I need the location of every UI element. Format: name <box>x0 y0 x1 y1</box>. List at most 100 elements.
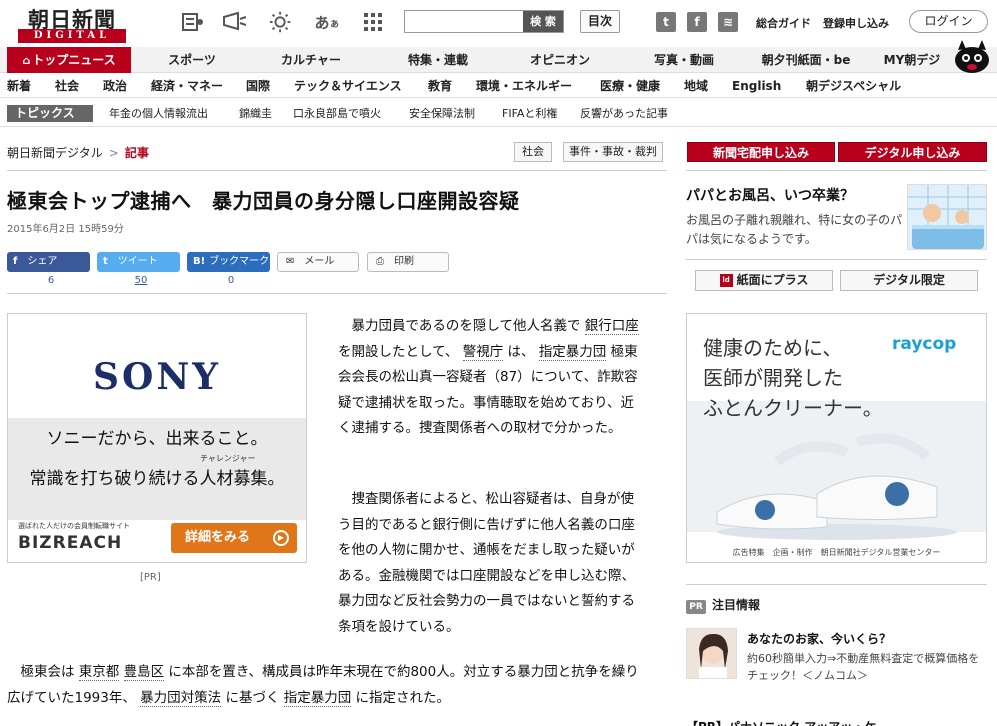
main-nav-opinion[interactable]: オピニオン <box>512 47 608 73</box>
home-icon: ⌂ <box>22 54 31 67</box>
print-plus-icon: ld <box>719 274 733 287</box>
ad-line-3: ふとんクリーナー。 <box>703 396 883 420</box>
keyword-link[interactable]: 東京都 <box>78 664 120 681</box>
article-paragraph: 極東会は 東京都 豊島区 に本部を置き、構成員は昨年末現在で約800人。対立する… <box>7 660 647 711</box>
search-button[interactable]: 検 索 <box>523 11 563 32</box>
search-input[interactable] <box>405 11 523 32</box>
print-plus-link[interactable]: ld 紙面にプラス <box>695 270 833 291</box>
bizreach-tagline: 選ばれた人だけの会員制転職サイト <box>18 522 130 530</box>
newspaper-subscribe-button[interactable]: 新聞宅配申し込み <box>687 142 835 162</box>
topic-item[interactable]: 年金の個人情報流出 <box>109 105 208 122</box>
megaphone-icon[interactable] <box>222 9 248 35</box>
feature-title[interactable]: パパとお風呂、いつ卒業？ <box>686 185 854 205</box>
news-list-icon[interactable] <box>180 9 206 35</box>
print-label: 印刷 <box>394 256 414 267</box>
keyword-link[interactable]: 指定暴力団 <box>283 689 352 707</box>
hatena-icon: B! <box>193 256 206 267</box>
category-tag-incidents[interactable]: 事件・事故・裁判 <box>563 142 663 162</box>
sub-nav-environment[interactable]: 環境・エネルギー <box>476 74 572 98</box>
topic-item[interactable]: 安全保障法制 <box>409 105 475 122</box>
article-paragraph: 暴力団員であるのを隠して他人名義で 銀行口座 を開設したとして、 警視庁 は、 … <box>338 314 645 442</box>
twitter-share-button[interactable]: t ツイート <box>97 252 180 272</box>
ad-headline: ソニーだから、出来ること。 <box>46 429 268 449</box>
article-text: 暴力団員であるのを隠して他人名義で <box>338 318 585 334</box>
main-nav-sports[interactable]: スポーツ <box>150 47 234 73</box>
sub-nav-society[interactable]: 社会 <box>55 74 79 98</box>
sub-nav-politics[interactable]: 政治 <box>103 74 127 98</box>
digital-subscribe-button[interactable]: デジタル申し込み <box>838 142 987 162</box>
divider <box>7 293 667 294</box>
raycop-ad[interactable]: 健康のために、 医師が開発した ふとんクリーナー。 raycop 広告特集 企画… <box>686 313 987 563</box>
article-text: に指定された。 <box>351 689 451 706</box>
keyword-link[interactable]: 指定暴力団 <box>538 343 607 361</box>
twitter-share-label: ツイート <box>117 256 158 267</box>
rss-icon[interactable]: ≋ <box>718 12 738 32</box>
login-button[interactable]: ログイン <box>909 10 988 33</box>
divider <box>686 259 987 260</box>
breadcrumb-home[interactable]: 朝日新聞デジタル <box>7 146 103 160</box>
sub-nav-special[interactable]: 朝デジスペシャル <box>806 74 901 98</box>
category-tag-society[interactable]: 社会 <box>514 142 552 162</box>
next-promo-title[interactable]: 【PR】パナソニック アッアッ・ケ... <box>686 718 890 726</box>
print-plus-label: 紙面にプラス <box>736 273 809 287</box>
twitter-share-count[interactable]: 50 <box>126 275 156 286</box>
keyword-link[interactable]: 銀行口座 <box>584 318 639 335</box>
cleaner-product-image <box>716 433 957 540</box>
sub-nav-international[interactable]: 国際 <box>246 74 270 98</box>
facebook-icon[interactable]: f <box>687 12 707 32</box>
main-nav-features[interactable]: 特集・連載 <box>390 47 486 73</box>
sub-nav-region[interactable]: 地域 <box>684 74 708 98</box>
sub-nav-latest[interactable]: 新着 <box>7 74 31 98</box>
sub-nav-education[interactable]: 教育 <box>428 74 452 98</box>
site-header: 朝日新聞 DIGITAL あぁ 検 索 目次 t f ≋ 総合ガイド 登録申し込… <box>0 0 997 46</box>
keyword-link[interactable]: 暴力団対策法 <box>140 689 222 707</box>
ad-cta-button[interactable]: 詳細をみる ▶ <box>171 523 297 553</box>
main-nav: ⌂ トップニュース スポーツ カルチャー 特集・連載 オピニオン 写真・動画 朝夕… <box>0 47 997 73</box>
weather-icon[interactable] <box>268 9 294 35</box>
sub-nav-english[interactable]: English <box>732 74 781 98</box>
grid-menu-icon[interactable] <box>360 9 386 35</box>
mail-icon: ✉ <box>286 256 295 267</box>
twitter-icon[interactable]: t <box>656 12 676 32</box>
breadcrumb-current: 記事 <box>124 146 149 160</box>
hatena-bookmark-label: ブックマーク <box>209 256 270 267</box>
sub-nav-economy[interactable]: 経済・マネー <box>151 74 223 98</box>
attention-thumbnail[interactable] <box>686 628 737 679</box>
topic-item[interactable]: 錦織圭 <box>239 105 272 122</box>
print-button[interactable]: ⎙ 印刷 <box>367 252 449 272</box>
keyword-link[interactable]: 警視庁 <box>462 343 504 361</box>
divider <box>686 584 987 585</box>
guide-link[interactable]: 総合ガイド <box>756 15 811 31</box>
attention-title[interactable]: あなたのお家、今いくら？ <box>747 630 891 647</box>
topic-item[interactable]: 反響があった記事 <box>580 105 668 122</box>
keyword-link[interactable]: 豊島区 <box>123 664 165 681</box>
sony-ad[interactable]: SONY ソニーだから、出来ること。 チャレンジャー 常識を打ち破り続ける人材募… <box>7 313 307 563</box>
ad-line-1: 健康のために、 <box>703 336 843 360</box>
asahi-logo[interactable]: 朝日新聞 DIGITAL <box>12 4 132 43</box>
hatena-bookmark-button[interactable]: B! ブックマーク <box>187 252 270 272</box>
topic-item[interactable]: 口永良部島で噴火 <box>293 105 381 122</box>
index-button[interactable]: 目次 <box>580 10 620 33</box>
sub-nav: 新着 社会 政治 経済・マネー 国際 テック＆サイエンス 教育 環境・エネルギー… <box>0 74 997 98</box>
main-nav-top-news[interactable]: ⌂ トップニュース <box>7 47 131 73</box>
main-nav-print[interactable]: 朝夕刊紙面・be <box>744 47 868 73</box>
facebook-share-button[interactable]: f シェア <box>7 252 90 272</box>
digital-only-link[interactable]: デジタル限定 <box>840 270 978 291</box>
ad-footer: 広告特集 企画・制作 朝日新聞社デジタル営業センター <box>732 548 941 557</box>
logo-sub-text: DIGITAL <box>18 29 126 43</box>
main-nav-my[interactable]: MY朝デジ <box>876 47 948 73</box>
ad-line-2: 医師が開発した <box>703 366 843 390</box>
pr-label: [PR] <box>140 572 161 583</box>
ad-subline: 常識を打ち破り続ける人材募集。 <box>29 469 285 489</box>
pr-badge: PR <box>686 600 706 614</box>
sub-nav-tech[interactable]: テック＆サイエンス <box>294 74 402 98</box>
main-nav-photo-video[interactable]: 写真・動画 <box>636 47 732 73</box>
feature-thumbnail[interactable] <box>907 184 987 250</box>
font-size-icon[interactable]: あぁ <box>314 9 340 35</box>
topic-item[interactable]: FIFAと利権 <box>502 105 557 122</box>
subscribe-link[interactable]: 登録申し込み <box>823 15 889 31</box>
mail-button[interactable]: ✉ メール <box>277 252 359 272</box>
attention-label: 注目情報 <box>712 598 761 612</box>
sub-nav-health[interactable]: 医療・健康 <box>600 74 660 98</box>
main-nav-culture[interactable]: カルチャー <box>263 47 359 73</box>
